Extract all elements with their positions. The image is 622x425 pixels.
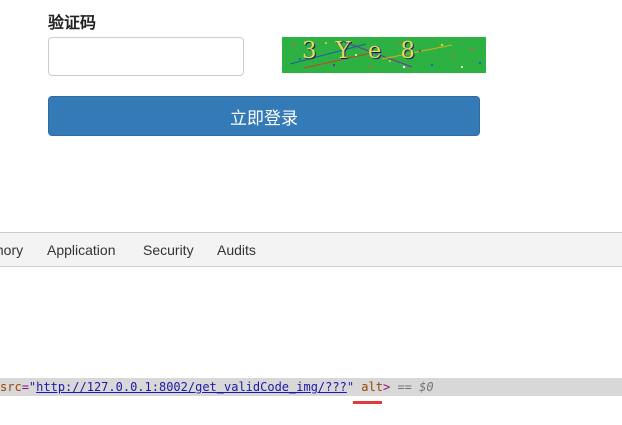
- attr-equals: =: [21, 380, 29, 394]
- captcha-image[interactable]: 3Ye8: [282, 37, 486, 73]
- console-ref-prefix: ==: [397, 380, 412, 394]
- console-ref: $0: [419, 380, 434, 394]
- tab-application[interactable]: Application: [47, 242, 116, 258]
- captcha-input[interactable]: [48, 37, 244, 76]
- login-button[interactable]: 立即登录: [48, 96, 480, 136]
- captcha-label: 验证码: [48, 13, 97, 32]
- attr-alt-name: alt: [361, 380, 383, 394]
- tab-security[interactable]: Security: [143, 242, 194, 258]
- attr-close-quote: ": [346, 380, 355, 394]
- tag-close: >: [382, 380, 391, 394]
- tab-memory[interactable]: mory: [0, 242, 23, 258]
- selected-element-line[interactable]: src= "http://127.0.0.1:8002/get_validCode…: [0, 378, 622, 396]
- tab-audits[interactable]: Audits: [217, 242, 256, 258]
- attr-src-name: src: [0, 380, 22, 394]
- captcha-text: 3Ye8: [302, 38, 435, 64]
- highlight-underline: [353, 401, 382, 404]
- devtools-tabbar: mory Application Security Audits: [0, 233, 622, 267]
- src-url-link[interactable]: http://127.0.0.1:8002/get_validCode_img/…: [36, 380, 347, 394]
- devtools-panel: mory Application Security Audits src= "ht…: [0, 232, 622, 425]
